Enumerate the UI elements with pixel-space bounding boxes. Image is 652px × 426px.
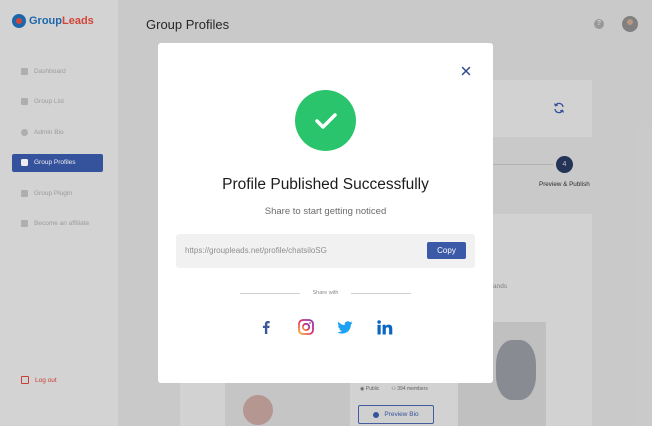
facebook-share-button[interactable] bbox=[257, 318, 275, 336]
modal-subtitle: Share to start getting noticed bbox=[264, 206, 387, 217]
facebook-icon bbox=[262, 321, 270, 334]
modal-title: Profile Published Successfully bbox=[222, 176, 429, 193]
instagram-icon bbox=[298, 319, 314, 335]
success-modal: Profile Published Successfully Share to … bbox=[158, 43, 493, 383]
divider bbox=[240, 293, 300, 294]
success-icon bbox=[295, 90, 356, 151]
share-url-input[interactable] bbox=[185, 246, 415, 255]
instagram-share-button[interactable] bbox=[297, 318, 315, 336]
linkedin-icon bbox=[377, 319, 393, 334]
divider bbox=[351, 293, 411, 294]
linkedin-share-button[interactable] bbox=[376, 318, 394, 336]
twitter-icon bbox=[337, 320, 353, 334]
twitter-share-button[interactable] bbox=[336, 318, 354, 336]
share-url-box: Copy bbox=[176, 234, 475, 268]
checkmark-icon bbox=[315, 113, 337, 129]
close-icon[interactable] bbox=[459, 64, 473, 78]
share-with-label: Share with bbox=[312, 290, 339, 296]
copy-button[interactable]: Copy bbox=[427, 242, 466, 259]
